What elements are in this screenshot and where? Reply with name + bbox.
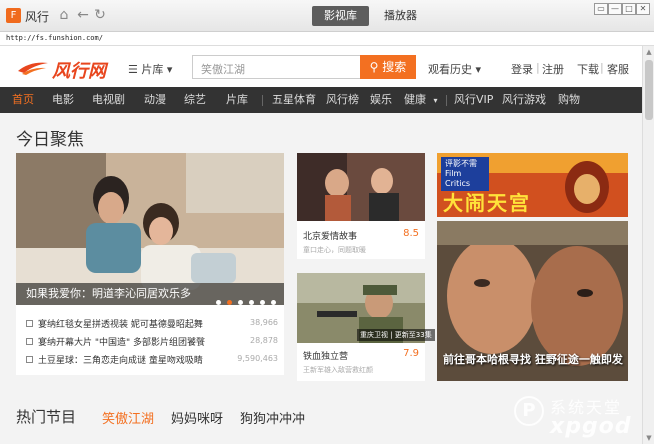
minimize-button[interactable]: — [608,3,622,15]
nav-sports[interactable]: 五星体育 [272,87,316,113]
hot-programs-title: 热门节目 [16,408,77,426]
address-bar[interactable]: http://fs.funshion.com/ [0,32,654,46]
nav-anime[interactable]: 动漫 [144,87,166,113]
swoosh-logo-icon [18,62,48,75]
refresh-icon[interactable]: ↻ [92,7,108,23]
chevron-down-icon: ▾ [433,96,438,105]
skin-button[interactable]: ▭ [594,3,608,15]
hot-tab[interactable]: 笑傲江湖 [102,408,154,427]
card-score: 8.5 [403,228,419,239]
brand-name: 风行网 [52,61,106,82]
nav-games[interactable]: 风行游戏 [502,87,546,113]
vertical-scrollbar[interactable]: ▲ ▼ [642,46,654,444]
hot-tab[interactable]: 狗狗冲冲冲 [240,408,305,427]
card-subtitle: 王新军雄入敌营救红颜 [303,366,373,374]
nav-divider [262,95,263,106]
maximize-button[interactable]: □ [622,3,636,15]
play-icon [26,338,33,345]
site-header: 风行网 ☰ 片库 ▾ 笑傲江湖 ⚲ 搜索 观看历史 ▾ 登录 | 注册 下载 |… [0,47,642,87]
play-icon [26,320,33,327]
title-bar: F 风行 ⌂ ← ↻ 影视库 播放器 ▭ — □ ✕ [0,0,654,32]
nav-divider [446,95,447,106]
poster-banner[interactable]: 评影不需 Film Critics 大闹天宫 [437,153,628,217]
nav-vip[interactable]: 风行VIP [454,87,493,113]
card-title: 北京爱情故事 [303,232,358,242]
news-list: 宴纳红毯女星拼透视装 妮可基德曼昭起舞 38,966 宴纳开幕大片 "中国造" … [16,305,284,375]
hot-tab[interactable]: 妈妈咪呀 [171,408,223,427]
card-badge: 重庆卫视 | 更新至33集 [357,329,435,341]
nav-health-label: 健康 [404,93,426,106]
search-icon: ⚲ [369,60,379,74]
news-text: 宴纳开幕大片 "中国造" 多部影片组团饕餮 [38,338,206,348]
carousel-dots[interactable] [210,291,276,305]
divider: | [600,61,604,74]
video-card[interactable]: 北京爱情故事 8.5 童口走心，同题取暖 [297,153,425,259]
poster-caption: 前往哥本哈根寻找 狂野征途一触即发 [443,353,623,366]
tab-library[interactable]: 影视库 [312,6,369,26]
featured-caption-text: 如果我爱你：明道李沁同居欢乐多 [26,287,191,300]
search-input[interactable]: 笑傲江湖 [192,55,360,79]
nav-shopping[interactable]: 购物 [558,87,580,113]
app-logo-icon: F [6,8,21,23]
chevron-down-icon: ▾ [475,63,482,76]
search-placeholder: 笑傲江湖 [201,63,245,76]
history-menu[interactable]: 观看历史 ▾ [428,61,481,77]
scrollbar-thumb[interactable] [645,60,653,120]
search-button[interactable]: ⚲ 搜索 [360,55,416,79]
login-link[interactable]: 登录 [511,61,533,77]
card-title: 铁血独立营 [303,352,349,362]
poster-title: 大闹天宫 [443,191,531,215]
nav-entertainment[interactable]: 娱乐 [370,87,392,113]
nav-tv[interactable]: 电视剧 [92,87,125,113]
card-score: 7.9 [403,348,419,359]
main-nav: 首页 电影 电视剧 动漫 综艺 片库 五星体育 风行榜 娱乐 健康 ▾ 风行VI… [0,87,642,113]
address-url: http://fs.funshion.com/ [6,34,103,42]
search-button-label: 搜索 [382,60,407,74]
view-count: 38,966 [250,318,278,327]
scroll-up-icon[interactable]: ▲ [643,46,654,58]
nav-health[interactable]: 健康 ▾ [404,87,438,113]
featured-image[interactable]: 如果我爱你：明道李沁同居欢乐多 [16,153,284,305]
nav-movies[interactable]: 电影 [52,87,74,113]
download-link[interactable]: 下载 [577,61,599,77]
poster-large[interactable]: 前往哥本哈根寻找 狂野征途一触即发 [437,221,628,381]
today-focus-title: 今日聚焦 [16,130,84,150]
list-item[interactable]: 宴纳红毯女星拼透视装 妮可基德曼昭起舞 38,966 [26,317,278,331]
divider: | [536,61,540,74]
list-item[interactable]: 土豆星球：三角恋走向成谜 童星吻戏吸睛 9,590,463 [26,353,278,367]
video-card[interactable]: 重庆卫视 | 更新至33集 铁血独立营 7.9 王新军雄入敌营救红颜 [297,273,435,381]
film-critics-badge: 评影不需 Film Critics [441,157,489,191]
watermark-domain: xpgod [550,414,632,439]
view-count: 28,878 [250,336,278,345]
support-link[interactable]: 客服 [607,61,629,77]
list-item[interactable]: 宴纳开幕大片 "中国造" 多部影片组团饕餮 28,878 [26,335,278,349]
nav-home[interactable]: 首页 [12,87,34,113]
nav-charts[interactable]: 风行榜 [326,87,359,113]
library-label: 片库 [141,63,164,76]
news-text: 宴纳红毯女星拼透视装 妮可基德曼昭起舞 [38,320,203,330]
list-icon: ☰ [128,63,138,76]
nav-variety[interactable]: 综艺 [184,87,206,113]
library-menu[interactable]: ☰ 片库 ▾ [128,61,172,77]
watermark-logo: P [514,396,544,426]
back-arrow-icon[interactable]: ← [75,7,91,23]
nav-library[interactable]: 片库 [226,87,248,113]
card-subtitle: 童口走心，同题取暖 [303,246,366,254]
app-name: 风行 [25,10,50,24]
scroll-down-icon[interactable]: ▼ [643,432,654,444]
news-text: 土豆星球：三角恋走向成谜 童星吻戏吸睛 [38,356,203,366]
register-link[interactable]: 注册 [542,61,564,77]
view-count: 9,590,463 [237,354,278,363]
featured-caption[interactable]: 如果我爱你：明道李沁同居欢乐多 [16,283,284,305]
site-watermark: P 系统天堂 xpgod [514,392,642,444]
history-label: 观看历史 [428,63,472,76]
card-thumbnail [297,153,425,221]
play-icon [26,356,33,363]
chevron-down-icon: ▾ [166,63,173,76]
close-button[interactable]: ✕ [636,3,650,15]
tab-player[interactable]: 播放器 [372,6,429,26]
home-icon[interactable]: ⌂ [56,7,72,23]
